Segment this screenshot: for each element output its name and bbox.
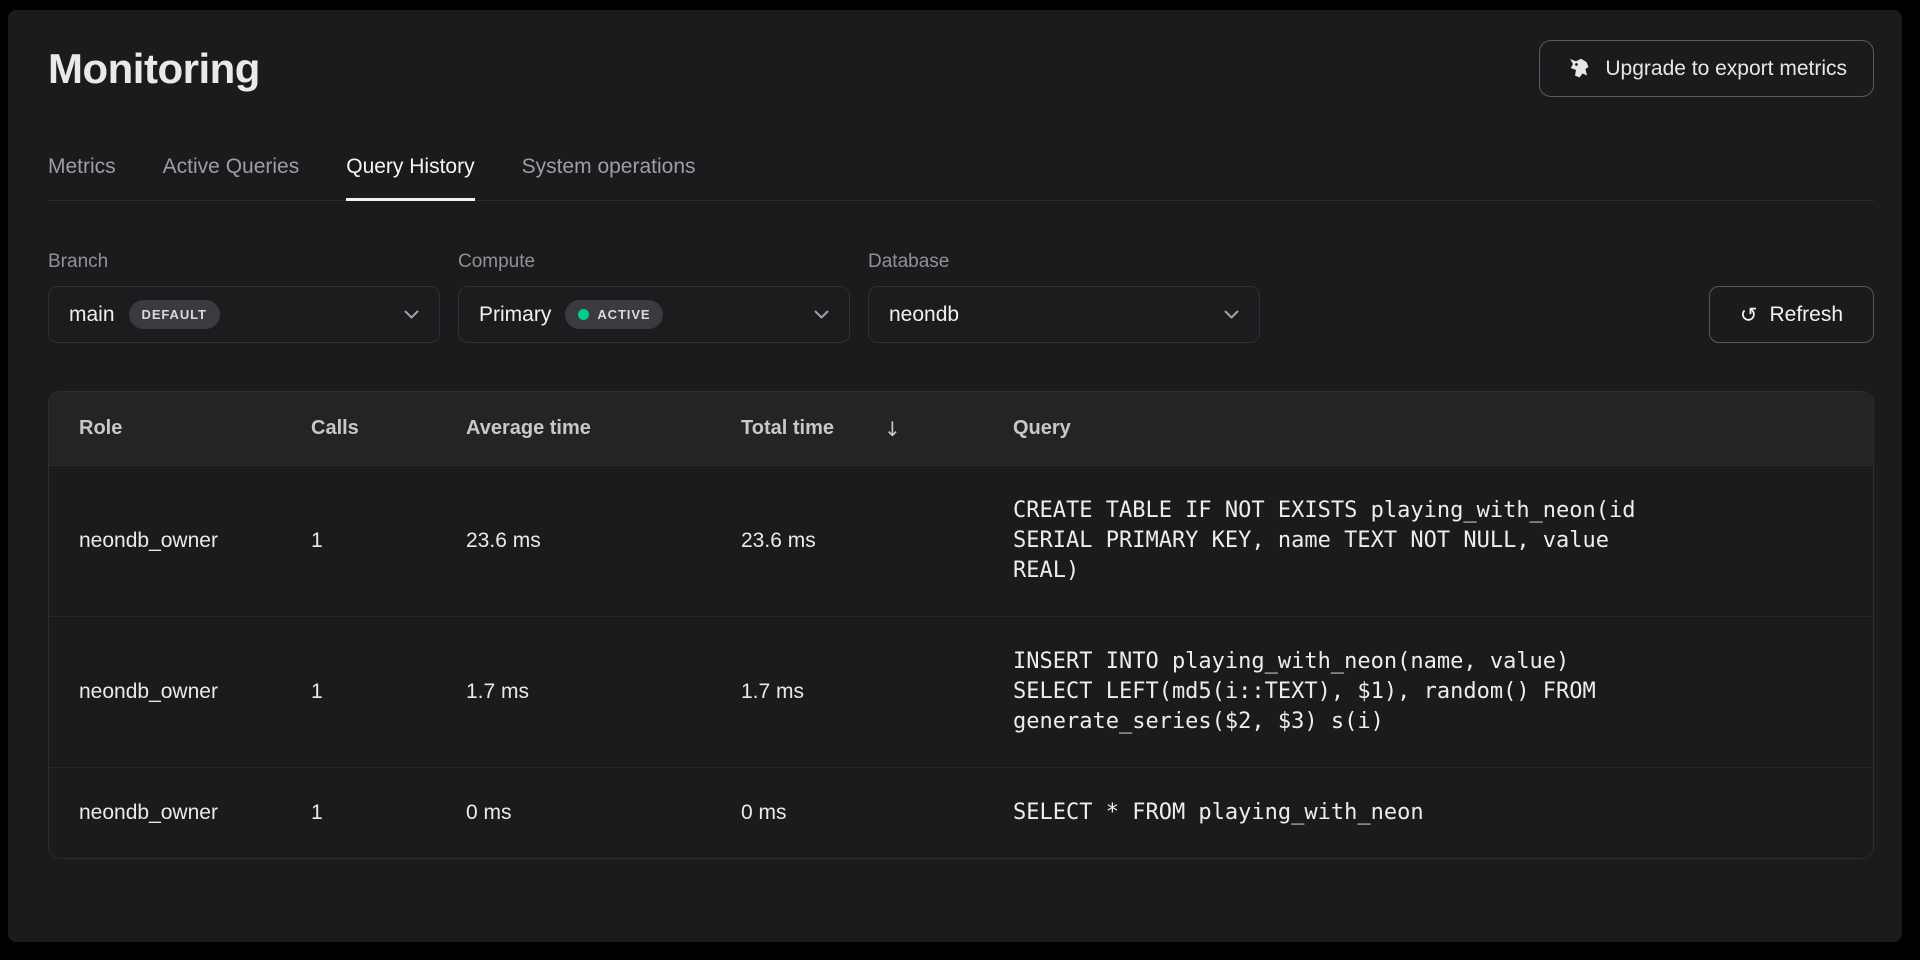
column-header-total-time[interactable]: Total time ↓ — [741, 417, 1013, 441]
monitoring-page: Monitoring Upgrade to export metrics Met… — [8, 10, 1902, 942]
branch-value: main — [69, 303, 115, 327]
chevron-down-icon — [814, 310, 829, 319]
total-time-cell: 23.6 ms — [741, 529, 1013, 553]
refresh-button-label: Refresh — [1769, 303, 1843, 327]
default-badge: DEFAULT — [129, 300, 220, 329]
database-value: neondb — [889, 303, 959, 327]
compute-label: Compute — [458, 251, 850, 273]
branch-filter: Branch main DEFAULT — [48, 251, 440, 343]
role-cell: neondb_owner — [49, 680, 311, 704]
tab-system-operations[interactable]: System operations — [522, 155, 696, 200]
tab-active-queries[interactable]: Active Queries — [163, 155, 300, 200]
page-title: Monitoring — [48, 45, 260, 93]
average-time-cell: 0 ms — [466, 801, 741, 825]
upgrade-button-label: Upgrade to export metrics — [1605, 57, 1847, 81]
role-cell: neondb_owner — [49, 801, 311, 825]
database-select[interactable]: neondb — [868, 286, 1260, 343]
filter-bar: Branch main DEFAULT Compute Primary — [48, 251, 1874, 343]
query-history-table: Role Calls Average time Total time ↓ Que… — [48, 391, 1874, 859]
tab-metrics[interactable]: Metrics — [48, 155, 116, 200]
active-status-badge: ACTIVE — [565, 300, 663, 329]
total-time-cell: 1.7 ms — [741, 680, 1013, 704]
upgrade-to-export-metrics-button[interactable]: Upgrade to export metrics — [1539, 40, 1874, 97]
datadog-icon — [1566, 56, 1592, 82]
total-time-cell: 0 ms — [741, 801, 1013, 825]
query-cell: INSERT INTO playing_with_neon(name, valu… — [1013, 647, 1653, 737]
database-filter: Database neondb — [868, 251, 1260, 343]
table-row: neondb_owner 1 1.7 ms 1.7 ms INSERT INTO… — [49, 616, 1873, 767]
sort-desc-icon[interactable]: ↓ — [884, 417, 901, 441]
branch-select[interactable]: main DEFAULT — [48, 286, 440, 343]
refresh-icon: ↺ — [1740, 303, 1758, 327]
branch-label: Branch — [48, 251, 440, 273]
compute-value: Primary — [479, 303, 551, 327]
average-time-cell: 1.7 ms — [466, 680, 741, 704]
column-header-query[interactable]: Query — [1013, 417, 1873, 440]
table-row: neondb_owner 1 23.6 ms 23.6 ms CREATE TA… — [49, 466, 1873, 616]
column-header-average-time[interactable]: Average time — [466, 417, 741, 440]
chevron-down-icon — [1224, 310, 1239, 319]
chevron-down-icon — [404, 310, 419, 319]
average-time-cell: 23.6 ms — [466, 529, 741, 553]
tab-bar: Metrics Active Queries Query History Sys… — [48, 155, 1874, 201]
role-cell: neondb_owner — [49, 529, 311, 553]
compute-select[interactable]: Primary ACTIVE — [458, 286, 850, 343]
table-row: neondb_owner 1 0 ms 0 ms SELECT * FROM p… — [49, 767, 1873, 858]
refresh-button[interactable]: ↺ Refresh — [1709, 286, 1874, 343]
column-header-calls[interactable]: Calls — [311, 417, 466, 440]
column-header-role[interactable]: Role — [49, 417, 311, 440]
compute-filter: Compute Primary ACTIVE — [458, 251, 850, 343]
query-cell: SELECT * FROM playing_with_neon — [1013, 798, 1653, 828]
database-label: Database — [868, 251, 1260, 273]
query-cell: CREATE TABLE IF NOT EXISTS playing_with_… — [1013, 496, 1653, 586]
calls-cell: 1 — [311, 529, 466, 553]
table-header-row: Role Calls Average time Total time ↓ Que… — [49, 392, 1873, 466]
page-header: Monitoring Upgrade to export metrics — [48, 10, 1874, 97]
tab-query-history[interactable]: Query History — [346, 155, 474, 200]
active-status-dot — [578, 309, 589, 320]
calls-cell: 1 — [311, 801, 466, 825]
calls-cell: 1 — [311, 680, 466, 704]
